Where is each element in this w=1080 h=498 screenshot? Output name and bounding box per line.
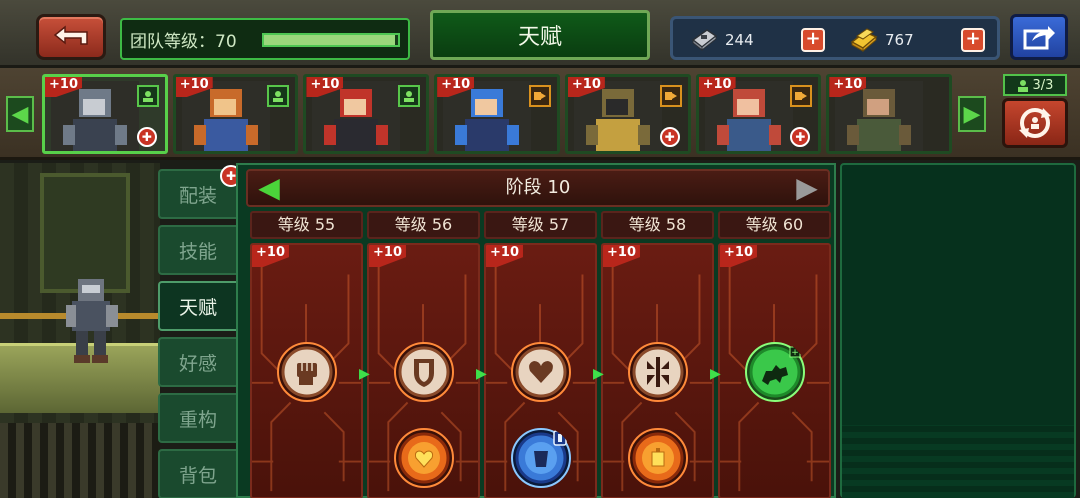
- hero-card[interactable]: +10 ✚: [42, 74, 168, 154]
- hero-alert-icon: ✚: [790, 127, 811, 147]
- talent-column: 等级 57 +10 ▶: [476, 211, 599, 498]
- stage-header: 阶段 10 ◀ ▶: [246, 169, 830, 207]
- hero-card[interactable]: +10: [434, 74, 560, 154]
- back-button[interactable]: [36, 14, 106, 60]
- connector-arrow-icon: ▶: [710, 366, 721, 382]
- team-count-value: 3/3: [1032, 77, 1054, 93]
- team-level-progress-fill: [264, 35, 396, 45]
- talent-column-body: +10: [601, 243, 714, 498]
- hero-card[interactable]: +10 ✚: [695, 74, 822, 154]
- talent-column-body: +10 +: [718, 243, 831, 498]
- fist-icon[interactable]: [276, 341, 338, 403]
- talent-detail-panel: [840, 163, 1076, 498]
- team-count-badge: 3/3: [1003, 74, 1067, 96]
- wolf-green-icon[interactable]: +: [744, 341, 806, 403]
- armor-blue-icon[interactable]: [510, 427, 572, 489]
- team-level-progress-bar: [262, 33, 400, 47]
- role-attack-icon: [528, 85, 551, 107]
- role-support-icon: [398, 85, 421, 107]
- swap-icon: [1019, 108, 1051, 138]
- tab-label: 好感: [178, 352, 217, 375]
- role-attack-icon: [790, 85, 813, 107]
- talent-column-body: +10: [367, 243, 480, 498]
- hero-next-button[interactable]: ▶: [958, 96, 986, 132]
- connector-arrow-icon: ▶: [476, 366, 487, 382]
- talent-column-body: +10: [484, 243, 597, 498]
- stage-prev-button[interactable]: ◀: [254, 173, 284, 203]
- hero-sprite: [66, 279, 118, 363]
- tab-bag[interactable]: 背包: [158, 449, 236, 498]
- heart-burst-icon[interactable]: [393, 427, 455, 489]
- team-level-label: 团队等级：70: [130, 31, 237, 52]
- tab-label: 重构: [178, 408, 217, 431]
- currency-panel: 244 + 767 +: [670, 16, 1000, 60]
- talent-level-label: 等级 57: [484, 211, 597, 239]
- talent-column: 等级 60 +10 + ▶: [710, 211, 833, 498]
- tab-affinity[interactable]: 好感: [158, 337, 236, 387]
- stage-label: 阶段 10: [505, 177, 571, 198]
- gold-bar-icon: [850, 28, 878, 52]
- back-arrow-icon: [53, 25, 88, 45]
- hero-preview-scene: [0, 163, 160, 498]
- hero-prev-button[interactable]: ◀: [6, 96, 34, 132]
- hero-alert-icon: ✚: [136, 127, 157, 147]
- hero-alert-icon: ✚: [659, 127, 680, 147]
- role-attack-icon: [659, 85, 682, 107]
- spikes-icon[interactable]: [627, 341, 689, 403]
- talent-level-label: 等级 55: [250, 211, 363, 239]
- team-level-panel: 团队等级：70: [120, 18, 410, 60]
- hero-card-list: +10 ✚ +10 +10 +10 +10 ✚ +10 ✚ +10: [42, 74, 953, 156]
- hero-card[interactable]: +10 ✚: [564, 74, 691, 154]
- chip-icon: [691, 29, 718, 52]
- hero-menu-tabs: 配装 ✚ 技能天赋好感重构背包: [158, 163, 242, 498]
- share-icon: [1023, 26, 1055, 50]
- connector-arrow-icon: ▶: [593, 366, 604, 382]
- heart-icon[interactable]: [510, 341, 572, 403]
- talent-column: 等级 56 +10 ▶: [359, 211, 482, 498]
- talent-level-label: 等级 60: [718, 211, 831, 239]
- role-support-icon: [267, 85, 290, 107]
- hero-card[interactable]: +10: [826, 74, 953, 154]
- add-gold-button[interactable]: +: [961, 28, 985, 52]
- chip-amount: 244: [725, 31, 754, 49]
- share-button[interactable]: [1010, 14, 1068, 60]
- tab-label: 背包: [178, 464, 217, 487]
- bomb-burst-icon[interactable]: [627, 427, 689, 489]
- role-support-icon: [136, 85, 159, 107]
- detail-panel-footer: [842, 425, 1074, 498]
- page-title: 天赋: [430, 10, 650, 60]
- tab-skills[interactable]: 技能: [158, 225, 236, 275]
- talent-column-body: +10: [250, 243, 363, 498]
- hero-selector: ◀ +10 ✚ +10 +10 +10 +10 ✚ +10 ✚ +10 ▶ 3/…: [0, 68, 1080, 160]
- hero-card[interactable]: +10: [303, 74, 430, 154]
- talent-level-label: 等级 58: [601, 211, 714, 239]
- stage-next-button[interactable]: ▶: [792, 173, 822, 203]
- talent-panel: 阶段 10 ◀ ▶ 等级 55 +10 等级 56 +10 ▶ 等级 57 +1…: [236, 163, 836, 498]
- tab-label: 技能: [178, 240, 217, 263]
- talent-column: 等级 58 +10 ▶: [593, 211, 716, 498]
- tab-loadout[interactable]: 配装 ✚: [158, 165, 242, 219]
- tab-talents[interactable]: 天赋: [158, 281, 236, 331]
- talent-column: 等级 55 +10: [248, 211, 365, 498]
- floor-grating: [0, 423, 160, 498]
- add-chip-button[interactable]: +: [801, 28, 825, 52]
- gold-amount: 767: [885, 31, 914, 49]
- swap-team-button[interactable]: [1002, 98, 1068, 148]
- person-icon: [1017, 79, 1028, 92]
- hero-card[interactable]: +10: [172, 74, 299, 154]
- talent-columns: 等级 55 +10 等级 56 +10 ▶ 等级 57 +10 ▶ 等级 58 …: [248, 211, 834, 498]
- talent-level-label: 等级 56: [367, 211, 480, 239]
- tab-label: 天赋: [178, 296, 217, 319]
- top-bar: 团队等级：70 天赋 244 + 767 +: [0, 0, 1080, 68]
- tab-rebuild[interactable]: 重构: [158, 393, 236, 443]
- connector-arrow-icon: ▶: [359, 366, 370, 382]
- tab-label: 配装: [178, 184, 217, 207]
- shield-icon[interactable]: [393, 341, 455, 403]
